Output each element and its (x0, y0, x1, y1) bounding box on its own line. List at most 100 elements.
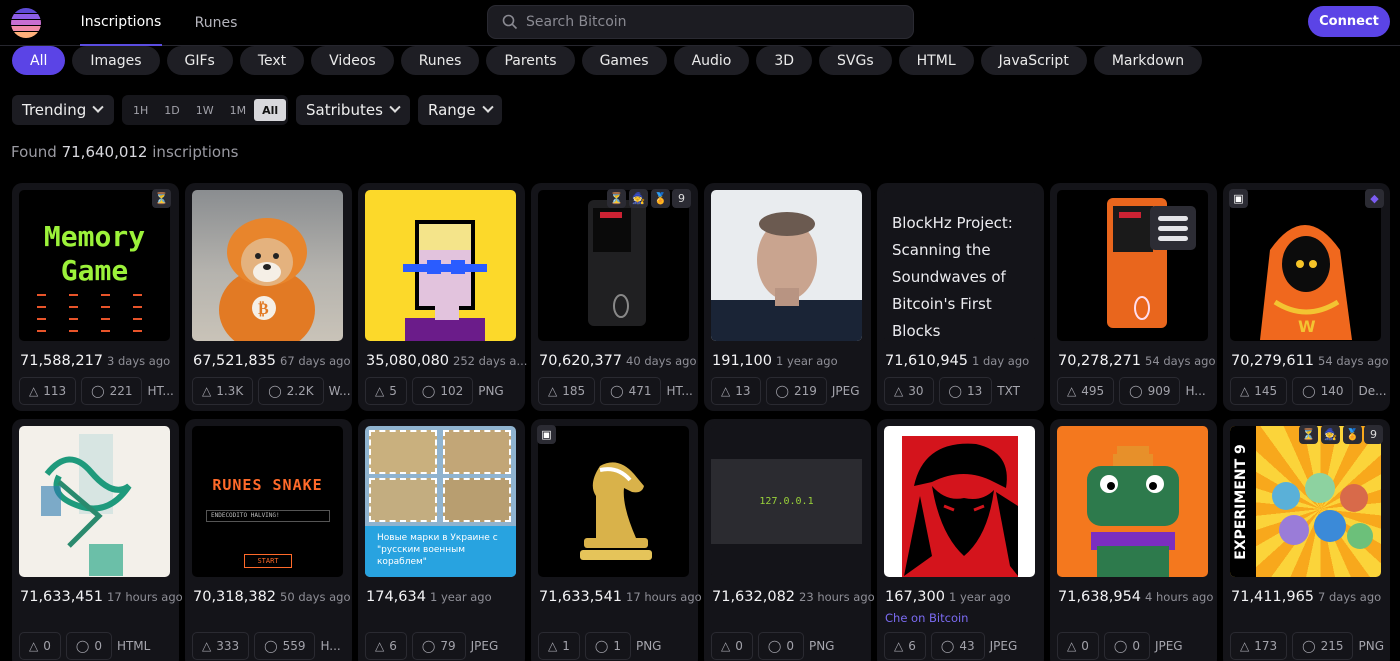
inscription-card[interactable]: BlockHz Project: Scanning the Soundwaves… (877, 183, 1044, 411)
svg-text:₿: ₿ (258, 299, 269, 318)
like-button[interactable]: △ 30 (884, 377, 934, 405)
inscription-thumbnail[interactable] (538, 426, 689, 577)
comment-button[interactable]: ◯ 1 (584, 632, 631, 660)
filter-audio[interactable]: Audio (673, 46, 750, 75)
inscription-thumbnail[interactable] (1057, 426, 1208, 577)
time-1w[interactable]: 1W (188, 99, 222, 121)
like-button[interactable]: △ 0 (1057, 632, 1099, 660)
file-type: PNG (1358, 639, 1384, 653)
like-button[interactable]: △ 1.3K (192, 377, 254, 405)
comment-button[interactable]: ◯ 909 (1119, 377, 1181, 405)
like-button[interactable]: △ 6 (365, 632, 407, 660)
inscription-thumbnail[interactable]: BlockHz Project: Scanning the Soundwaves… (884, 190, 1035, 341)
inscription-card[interactable]: ▣ 71,633,541 17 hours ago △ 1 ◯ 1 PNG (531, 419, 702, 661)
inscription-thumbnail[interactable]: EXPERIMENT 9 (1230, 426, 1381, 577)
menu-icon[interactable] (1150, 206, 1196, 250)
like-button[interactable]: △ 185 (538, 377, 596, 405)
comment-button[interactable]: ◯ 471 (600, 377, 662, 405)
filter-all[interactable]: All (12, 46, 66, 75)
snake-start-button[interactable]: START (244, 554, 292, 568)
inscription-card[interactable]: Memory Game ⏳ 71,588,217 3 days ago △ 113 … (12, 183, 179, 411)
filter-html[interactable]: HTML (898, 46, 974, 75)
inscription-card[interactable]: 71,638,954 4 hours ago △ 0 ◯ 0 JPEG (1050, 419, 1217, 661)
comment-button[interactable]: ◯ 215 (1292, 632, 1354, 660)
triangle-up-icon: △ (375, 384, 385, 398)
inscription-card[interactable]: 71,633,451 17 hours ago △ 0 ◯ 0 HTML (12, 419, 183, 661)
inscription-card[interactable]: ⏳ 🧙 🏅 9 70,620,377 40 days ago △ 185 ◯ 471 … (531, 183, 698, 411)
inscription-thumbnail[interactable] (19, 426, 170, 577)
filter-videos[interactable]: Videos (311, 46, 394, 75)
comment-button[interactable]: ◯ 2.2K (258, 377, 324, 405)
filter-markdown[interactable]: Markdown (1093, 46, 1203, 75)
like-button[interactable]: △ 5 (365, 377, 407, 405)
comment-button[interactable]: ◯ 79 (411, 632, 466, 660)
like-button[interactable]: △ 6 (884, 632, 926, 660)
search-input[interactable] (526, 14, 913, 30)
inscription-card[interactable]: RUNES SNAKE ENDECODITO HALVING! START 70… (185, 419, 352, 661)
filter-runes[interactable]: Runes (400, 46, 480, 75)
inscription-thumbnail[interactable] (1057, 190, 1208, 341)
filter-javascript[interactable]: JavaScript (980, 46, 1087, 75)
like-button[interactable]: △ 0 (19, 632, 61, 660)
inscription-thumbnail[interactable]: RUNES SNAKE ENDECODITO HALVING! START (192, 426, 343, 577)
like-button[interactable]: △ 13 (711, 377, 761, 405)
tab-runes[interactable]: Runes (186, 0, 246, 46)
comment-button[interactable]: ◯ 221 (81, 377, 143, 405)
tab-inscriptions[interactable]: Inscriptions (80, 0, 162, 46)
comment-button[interactable]: ◯ 559 (254, 632, 316, 660)
connect-button[interactable]: Connect (1308, 6, 1390, 37)
sort-dropdown[interactable]: Trending (12, 95, 114, 125)
filter-text[interactable]: Text (239, 46, 305, 75)
square-icon: ▣ (537, 425, 556, 444)
inscription-card[interactable]: ₿ 67,521,835 67 days ago △ 1.3K ◯ 2.2K W... (185, 183, 352, 411)
filter-gifs[interactable]: GIFs (166, 46, 233, 75)
filter-games[interactable]: Games (581, 46, 667, 75)
filter-3d[interactable]: 3D (756, 46, 813, 75)
inscription-thumbnail[interactable]: Новые марки в Украине с "русским военным… (365, 426, 516, 577)
time-all[interactable]: All (254, 99, 287, 121)
comment-button[interactable]: ◯ 140 (1292, 377, 1354, 405)
filter-svgs[interactable]: SVGs (819, 46, 892, 75)
like-button[interactable]: △ 0 (711, 632, 753, 660)
satributes-dropdown[interactable]: Satributes (296, 95, 410, 125)
inscription-thumbnail[interactable]: 127.0.0.1 (711, 426, 862, 577)
inscription-thumbnail[interactable]: ₿ (192, 190, 343, 341)
like-button[interactable]: △ 113 (19, 377, 77, 405)
time-1m[interactable]: 1M (222, 99, 255, 121)
like-button[interactable]: △ 1 (538, 632, 580, 660)
inscription-thumbnail[interactable]: W (1230, 190, 1381, 341)
inscription-card[interactable]: EXPERIMENT 9 ⏳ 🧙 🏅 9 71,411,965 7 days ag… (1223, 419, 1390, 661)
inscription-thumbnail[interactable] (711, 190, 862, 341)
snake-input[interactable]: ENDECODITO HALVING! (206, 510, 330, 522)
inscription-card[interactable]: 191,100 1 year ago △ 13 ◯ 219 JPEG (704, 183, 871, 411)
inscription-thumbnail[interactable] (884, 426, 1035, 577)
search-bar[interactable] (487, 5, 914, 39)
inscription-card[interactable]: Новые марки в Украине с "русским военным… (358, 419, 525, 661)
time-1h[interactable]: 1H (125, 99, 156, 121)
inscription-card[interactable]: W ▣ ◆ 70,279,611 54 days ago △ 145 ◯ 140 De… (1223, 183, 1390, 411)
comment-button[interactable]: ◯ 102 (411, 377, 474, 405)
comment-button[interactable]: ◯ 13 (938, 377, 993, 405)
inscription-card[interactable]: 167,300 1 year ago Che on Bitcoin △ 6 ◯ 43 … (877, 419, 1044, 661)
range-dropdown[interactable]: Range (418, 95, 502, 125)
comment-button[interactable]: ◯ 219 (765, 377, 827, 405)
filter-images[interactable]: Images (72, 46, 160, 75)
inscription-card[interactable]: 35,080,080 252 days a... △ 5 ◯ 102 PNG (358, 183, 527, 411)
filter-parents[interactable]: Parents (486, 46, 575, 75)
ordinals-logo-icon[interactable] (11, 8, 41, 38)
inscription-card[interactable]: 70,278,271 54 days ago △ 495 ◯ 909 H... (1050, 183, 1217, 411)
comment-button[interactable]: ◯ 0 (65, 632, 112, 660)
comment-button[interactable]: ◯ 0 (757, 632, 804, 660)
comment-button[interactable]: ◯ 0 (1103, 632, 1150, 660)
inscription-thumbnail[interactable] (365, 190, 516, 341)
inscription-thumbnail[interactable] (538, 190, 689, 341)
like-button[interactable]: △ 173 (1230, 632, 1288, 660)
time-1d[interactable]: 1D (156, 99, 187, 121)
like-button[interactable]: △ 495 (1057, 377, 1115, 405)
inscription-card[interactable]: 127.0.0.1 71,632,082 23 hours ago △ 0 ◯ 0 P… (704, 419, 875, 661)
comment-button[interactable]: ◯ 43 (930, 632, 985, 660)
inscription-thumbnail[interactable]: Memory Game (19, 190, 170, 341)
like-button[interactable]: △ 333 (192, 632, 250, 660)
collection-link[interactable]: Che on Bitcoin (885, 611, 968, 625)
like-button[interactable]: △ 145 (1230, 377, 1288, 405)
